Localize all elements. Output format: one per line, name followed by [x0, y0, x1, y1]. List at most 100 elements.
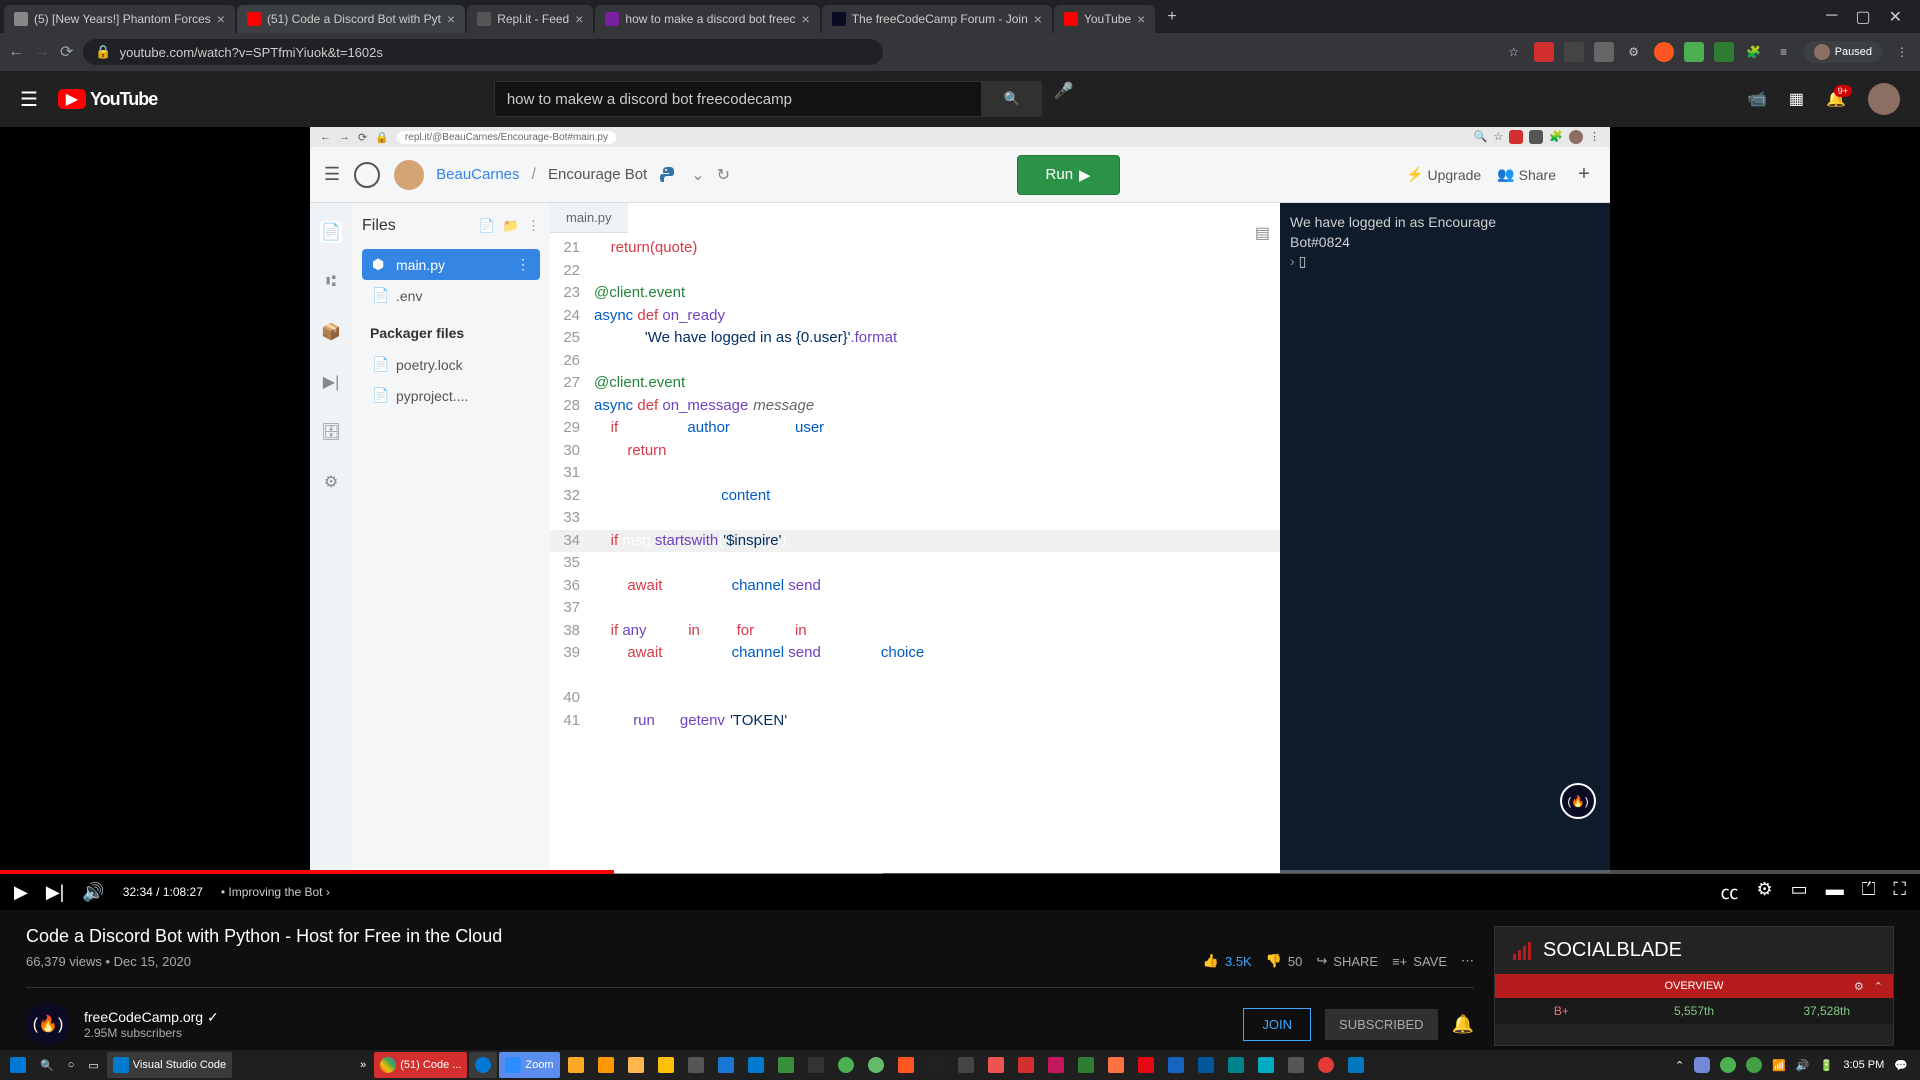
menu-icon[interactable]: ⋮ [1892, 42, 1912, 62]
start-button[interactable] [4, 1052, 32, 1078]
taskbar-app[interactable] [1282, 1052, 1310, 1078]
like-button[interactable]: 👍 3.5K [1203, 953, 1252, 969]
extension-icon[interactable] [1684, 42, 1704, 62]
gear-icon[interactable]: ⚙ [1854, 980, 1864, 993]
extensions-icon[interactable]: 🧩 [1744, 42, 1764, 62]
extension-icon[interactable] [1534, 42, 1554, 62]
taskbar-app[interactable] [682, 1052, 710, 1078]
taskbar-app[interactable] [952, 1052, 980, 1078]
play-icon[interactable]: ▶ [14, 882, 28, 903]
fullscreen-icon[interactable]: ⛶ [1893, 879, 1906, 905]
taskbar-app[interactable] [712, 1052, 740, 1078]
tray-chevron-icon[interactable]: ⌃ [1675, 1059, 1684, 1072]
taskbar-app[interactable] [1072, 1052, 1100, 1078]
taskbar-chrome[interactable]: (51) Code ... [374, 1052, 467, 1078]
more-icon[interactable]: » [354, 1052, 372, 1078]
captions-icon[interactable]: ㏄ [1721, 879, 1739, 905]
browser-tab-2[interactable]: Repl.it - Feed× [467, 5, 593, 33]
youtube-logo[interactable]: ▶ YouTube [58, 89, 157, 110]
channel-avatar[interactable]: (🔥) [26, 1002, 70, 1046]
taskbar-edge[interactable] [469, 1052, 497, 1078]
forward-icon[interactable]: → [34, 43, 50, 61]
close-icon[interactable]: × [575, 11, 583, 27]
chapter-label[interactable]: • Improving the Bot › [221, 885, 330, 899]
browser-tab-1[interactable]: (51) Code a Discord Bot with Pyt× [237, 5, 465, 33]
taskbar-app[interactable] [652, 1052, 680, 1078]
tray-battery-icon[interactable]: 🔋 [1820, 1059, 1834, 1072]
chevron-up-icon[interactable]: ⌃ [1874, 980, 1883, 993]
hamburger-icon[interactable]: ☰ [20, 87, 38, 112]
tray-icon[interactable] [1746, 1057, 1762, 1073]
taskbar-app[interactable] [1252, 1052, 1280, 1078]
browser-tab-5[interactable]: YouTube× [1054, 5, 1155, 33]
taskbar-app[interactable] [1192, 1052, 1220, 1078]
video-player[interactable]: ← → ⟳ 🔒 repl.it/@BeauCarnes/Encourage-Bo… [0, 127, 1920, 910]
taskbar-app[interactable] [1042, 1052, 1070, 1078]
channel-name[interactable]: freeCodeCamp.org ✓ [84, 1009, 219, 1026]
extension-icon[interactable] [1594, 42, 1614, 62]
next-icon[interactable]: ▶| [46, 882, 65, 903]
more-icon[interactable]: ⋯ [1461, 953, 1474, 969]
reading-list-icon[interactable]: ≡ [1774, 42, 1794, 62]
taskbar-app[interactable] [1102, 1052, 1130, 1078]
browser-tab-4[interactable]: The freeCodeCamp Forum - Join× [822, 5, 1052, 33]
taskbar-app[interactable] [1132, 1052, 1160, 1078]
search-input[interactable] [494, 81, 982, 117]
taskbar-app[interactable] [772, 1052, 800, 1078]
new-tab-button[interactable]: + [1157, 8, 1186, 26]
tray-discord-icon[interactable] [1694, 1057, 1710, 1073]
join-button[interactable]: JOIN [1243, 1008, 1311, 1041]
browser-tab-0[interactable]: (5) [New Years!] Phantom Forces× [4, 5, 235, 33]
extension-icon[interactable] [1654, 42, 1674, 62]
task-view-icon[interactable]: ▭ [82, 1052, 104, 1078]
taskbar-vscode[interactable]: Visual Studio Code [107, 1052, 232, 1078]
bell-icon[interactable]: 🔔 [1452, 1014, 1474, 1035]
taskbar-app[interactable] [742, 1052, 770, 1078]
share-button[interactable]: ↪ SHARE [1316, 953, 1378, 969]
taskbar-app[interactable] [622, 1052, 650, 1078]
reload-icon[interactable]: ⟳ [60, 42, 73, 62]
close-icon[interactable]: × [802, 11, 810, 27]
close-icon[interactable]: × [217, 11, 225, 27]
maximize-icon[interactable]: ▢ [1855, 7, 1870, 27]
tray-volume-icon[interactable]: 🔊 [1796, 1059, 1810, 1072]
close-icon[interactable]: × [1034, 11, 1042, 27]
save-button[interactable]: ≡+ SAVE [1392, 954, 1447, 969]
volume-icon[interactable]: 🔊 [82, 882, 104, 903]
dislike-button[interactable]: 👎 50 [1266, 953, 1303, 969]
extension-icon[interactable] [1564, 42, 1584, 62]
taskbar-app[interactable] [892, 1052, 920, 1078]
back-icon[interactable]: ← [8, 43, 24, 61]
close-window-icon[interactable]: ✕ [1889, 7, 1902, 27]
search-button[interactable]: 🔍 [982, 81, 1042, 117]
subscribed-button[interactable]: SUBSCRIBED [1325, 1009, 1438, 1040]
settings-icon[interactable]: ⚙ [1757, 879, 1773, 905]
search-icon[interactable]: 🔍 [34, 1052, 60, 1078]
mic-icon[interactable]: 🎤 [1054, 81, 1074, 117]
taskbar-app[interactable] [922, 1052, 950, 1078]
taskbar-app[interactable] [592, 1052, 620, 1078]
apps-icon[interactable]: ▦ [1789, 89, 1804, 109]
notifications-icon[interactable]: 💬 [1894, 1059, 1908, 1072]
clock[interactable]: 3:05 PM [1843, 1059, 1884, 1071]
cast-icon[interactable]: ⏍ [1862, 879, 1876, 905]
create-icon[interactable]: 📹 [1747, 89, 1767, 109]
theater-icon[interactable]: ▬ [1826, 879, 1844, 905]
minimize-icon[interactable]: ─ [1826, 7, 1837, 27]
profile-paused[interactable]: Paused [1804, 41, 1882, 63]
close-icon[interactable]: × [447, 11, 455, 27]
taskbar-app[interactable] [832, 1052, 860, 1078]
taskbar-app[interactable] [1222, 1052, 1250, 1078]
user-avatar[interactable] [1868, 83, 1900, 115]
extension-icon[interactable] [1714, 42, 1734, 62]
gear-icon[interactable]: ⚙ [1624, 42, 1644, 62]
sb-overview-tab[interactable]: OVERVIEW ⚙⌃ [1495, 974, 1893, 998]
taskbar-zoom[interactable]: Zoom [499, 1052, 559, 1078]
browser-tab-3[interactable]: how to make a discord bot freec× [595, 5, 819, 33]
tray-network-icon[interactable]: 📶 [1772, 1059, 1786, 1072]
tray-icon[interactable] [1720, 1057, 1736, 1073]
cortana-icon[interactable]: ○ [62, 1052, 81, 1078]
taskbar-app[interactable] [1162, 1052, 1190, 1078]
notifications-icon[interactable]: 🔔9+ [1826, 89, 1846, 109]
url-input[interactable]: 🔒 youtube.com/watch?v=SPTfmiYiuok&t=1602… [83, 39, 883, 65]
